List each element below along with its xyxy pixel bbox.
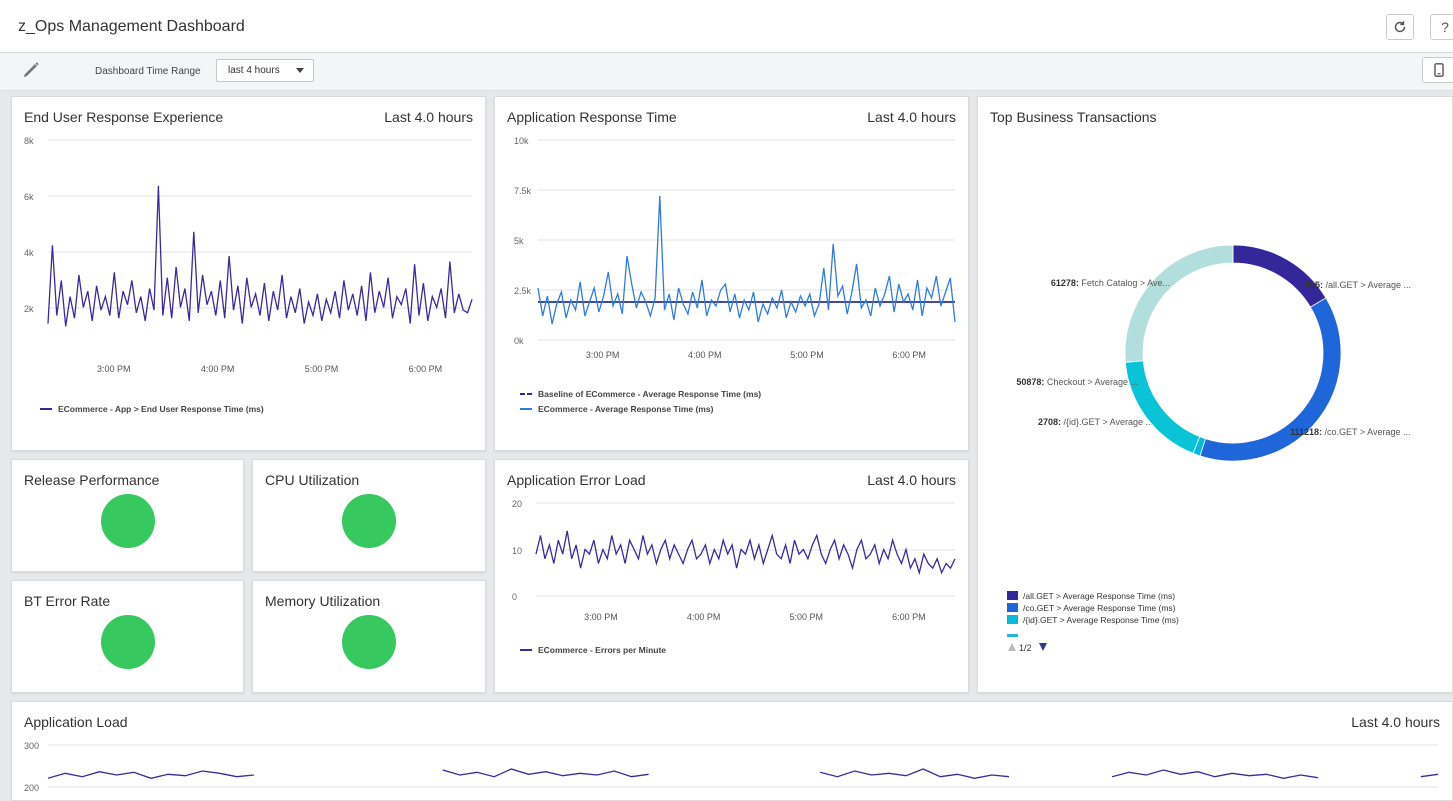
y-tick-label: 2k: [24, 304, 34, 314]
donut-slice: [1232, 244, 1327, 308]
legend-swatch-clipped: [1007, 634, 1018, 637]
donut-slice: [1124, 244, 1234, 363]
donut-label: 61278: Fetch Catalog > Ave...: [1051, 278, 1170, 288]
x-tick-label: 4:00 PM: [688, 350, 722, 360]
series-line: [537, 195, 956, 325]
series-line: [47, 185, 473, 327]
y-tick-label: 8k: [24, 136, 34, 146]
y-tick-label: 20: [512, 499, 522, 509]
x-tick-label: 6:00 PM: [892, 350, 926, 360]
x-tick-label: 6:00 PM: [409, 364, 443, 374]
y-tick-label: 0: [512, 592, 517, 602]
series-line: [535, 530, 956, 576]
legend-label: /all.GET > Average Response Time (ms): [1023, 591, 1175, 601]
legend-swatch: [1007, 603, 1018, 612]
legend-next-icon: [1039, 643, 1047, 651]
donut-label: 111218: /co.GET > Average ...: [1290, 427, 1411, 437]
series-line: [47, 768, 1439, 779]
x-tick-label: 3:00 PM: [97, 364, 131, 374]
x-tick-label: 5:00 PM: [790, 350, 824, 360]
y-tick-label: 10k: [514, 136, 529, 146]
y-tick-label: 6k: [24, 192, 34, 202]
x-tick-label: 6:00 PM: [892, 612, 926, 622]
legend-label: /{id}.GET > Average Response Time (ms): [1023, 615, 1179, 625]
y-tick-label: 200: [24, 783, 39, 791]
y-tick-label: 300: [24, 741, 39, 751]
legend-swatch: [1007, 591, 1018, 600]
legend-prev-icon: [1008, 643, 1016, 651]
x-tick-label: 5:00 PM: [789, 612, 823, 622]
donut-slice: [1124, 360, 1201, 454]
legend-page-label: 1/2: [1019, 643, 1032, 653]
donut-label: 50878: Checkout > Average ...: [1016, 377, 1138, 387]
y-tick-label: 0k: [514, 336, 524, 346]
x-tick-label: 3:00 PM: [584, 612, 618, 622]
x-tick-label: 3:00 PM: [586, 350, 620, 360]
y-tick-label: 7.5k: [514, 186, 532, 196]
legend-label: ECommerce - App > End User Response Time…: [58, 404, 264, 414]
y-tick-label: 4k: [24, 248, 34, 258]
legend-label: Baseline of ECommerce - Average Response…: [538, 389, 761, 399]
legend-label: ECommerce - Errors per Minute: [538, 645, 666, 655]
legend-swatch: [1007, 615, 1018, 624]
x-tick-label: 4:00 PM: [687, 612, 721, 622]
charts-layer: 8k 6k 4k 2k 3:00 PM 4:00 PM 5:00 PM 6:00 PM ECom…: [24, 136, 1439, 791]
x-tick-label: 5:00 PM: [305, 364, 339, 374]
donut-label: 995: /all.GET > Average ...: [1305, 280, 1411, 290]
donut-label: 2708: /{id}.GET > Average ...: [1038, 417, 1153, 427]
legend-label: /co.GET > Average Response Time (ms): [1023, 603, 1176, 613]
y-tick-label: 5k: [514, 236, 524, 246]
y-tick-label: 10: [512, 546, 522, 556]
x-tick-label: 4:00 PM: [201, 364, 235, 374]
legend-label: ECommerce - Average Response Time (ms): [538, 404, 714, 414]
y-tick-label: 2.5k: [514, 286, 532, 296]
